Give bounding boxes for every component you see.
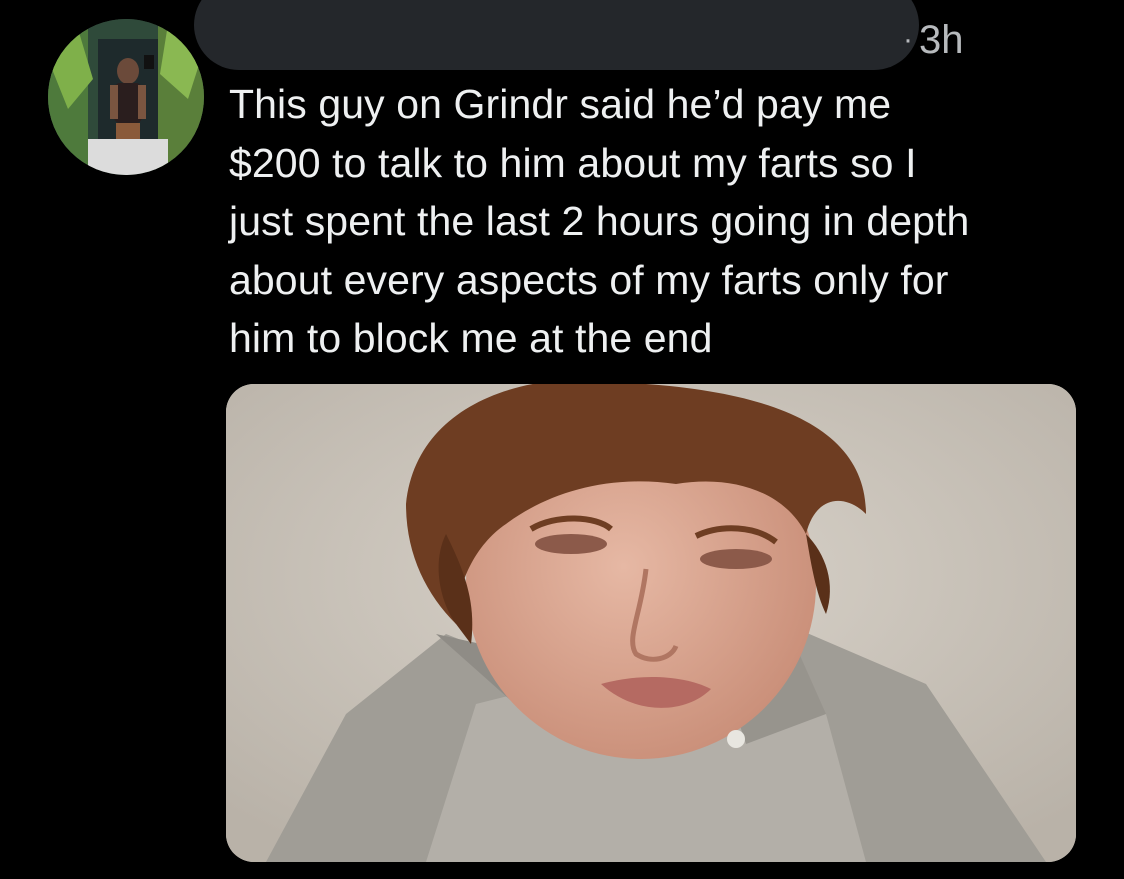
avatar-photo-icon [48,19,204,175]
tweet-media[interactable] [226,384,1076,862]
timestamp-label: 3h [919,18,964,62]
tweet-timestamp[interactable]: · 3h [903,14,964,70]
tweet-text: This guy on Grindr said he’d pay me $200… [229,81,970,361]
timestamp-separator: · [903,23,913,56]
attached-photo-icon [226,384,1076,862]
redacted-author-name[interactable] [194,0,919,70]
tweet[interactable]: · 3h This guy on Grindr said he’d pay me … [0,0,1124,879]
avatar[interactable] [48,19,204,175]
